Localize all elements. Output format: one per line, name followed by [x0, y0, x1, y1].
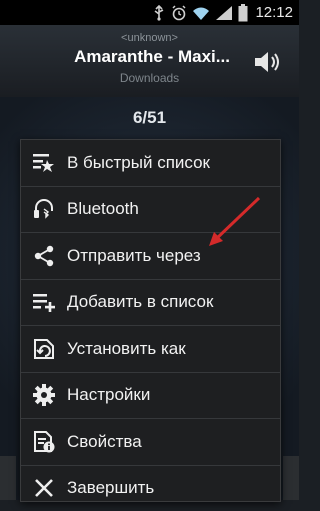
- track-counter: 6/51: [0, 108, 299, 128]
- menu-item-label: Bluetooth: [67, 199, 139, 219]
- set-as-icon: [21, 326, 67, 372]
- track-artist: <unknown>: [0, 32, 299, 44]
- menu-item-label: В быстрый список: [67, 153, 210, 173]
- close-x-icon: [21, 466, 67, 511]
- properties-icon: [21, 419, 67, 465]
- wifi-icon: [192, 5, 210, 21]
- status-icons: 12:12: [152, 3, 293, 22]
- annotation-arrow-icon: [205, 196, 261, 248]
- menu-item-settings[interactable]: Настройки: [21, 373, 280, 420]
- menu-item-label: Настройки: [67, 385, 150, 405]
- usb-icon: [152, 5, 166, 21]
- menu-item-label: Добавить в список: [67, 292, 213, 312]
- share-icon: [21, 233, 67, 279]
- battery-icon: [238, 4, 248, 22]
- menu-item-quick-list[interactable]: В быстрый список: [21, 140, 280, 187]
- status-bar: 12:12: [0, 0, 299, 25]
- context-menu: В быстрый список Bluetooth Отправить чер…: [20, 139, 281, 502]
- menu-item-label: Завершить: [67, 478, 154, 498]
- menu-item-properties[interactable]: Свойства: [21, 419, 280, 466]
- bluetooth-headset-icon: [21, 187, 67, 233]
- track-title: Amaranthe - Maxi...: [62, 47, 242, 67]
- player-header: <unknown> Amaranthe - Maxi... Downloads: [0, 25, 299, 97]
- volume-icon[interactable]: [253, 49, 281, 75]
- menu-item-label: Установить как: [67, 339, 186, 359]
- player-control-right[interactable]: [283, 456, 299, 500]
- menu-item-label: Отправить через: [67, 246, 201, 266]
- menu-item-set-as[interactable]: Установить как: [21, 326, 280, 373]
- alarm-icon: [171, 5, 187, 21]
- player-control-left[interactable]: [0, 456, 16, 500]
- signal-icon: [215, 5, 233, 21]
- status-clock: 12:12: [255, 4, 293, 21]
- menu-item-label: Свойства: [67, 432, 142, 452]
- menu-item-add-to-playlist[interactable]: Добавить в список: [21, 280, 280, 327]
- add-to-playlist-icon: [21, 280, 67, 326]
- menu-item-exit[interactable]: Завершить: [21, 466, 280, 511]
- quick-list-icon: [21, 140, 67, 186]
- settings-gear-icon: [21, 373, 67, 419]
